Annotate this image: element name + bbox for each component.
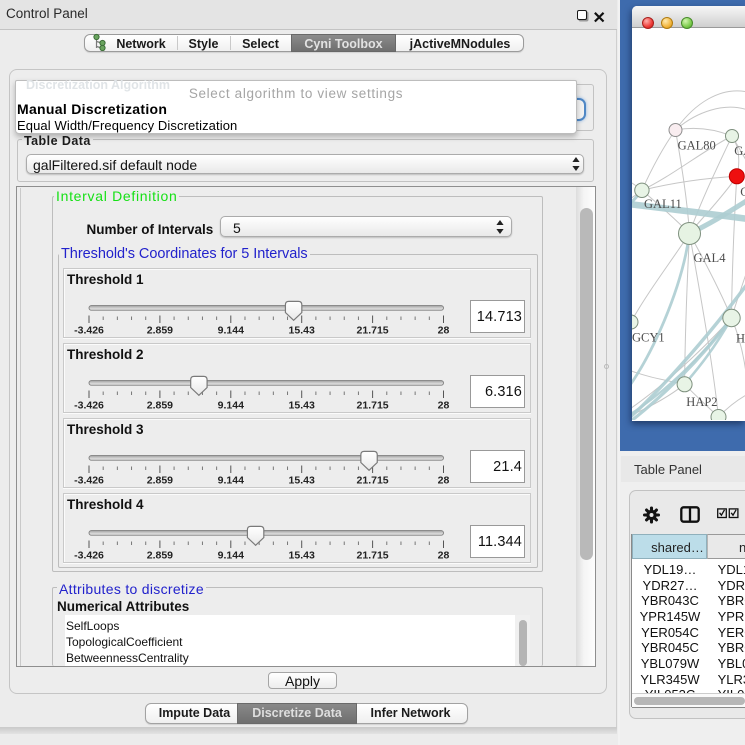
svg-text:GCY1: GCY1 [632,331,665,345]
svg-text:9.144: 9.144 [218,549,244,561]
svg-text:HAP2: HAP2 [686,395,717,409]
svg-text:21.715: 21.715 [357,549,389,561]
svg-text:15.43: 15.43 [289,549,315,561]
svg-text:-3.426: -3.426 [74,324,104,336]
svg-text:28: 28 [438,324,450,336]
svg-text:GAL4: GAL4 [693,251,726,265]
svg-text:GAL11: GAL11 [644,197,682,211]
svg-text:28: 28 [438,474,450,486]
svg-text:GAL80: GAL80 [677,139,715,153]
svg-text:9.144: 9.144 [218,474,244,486]
svg-text:21.715: 21.715 [357,399,389,411]
svg-text:GA: GA [734,144,745,158]
svg-text:-3.426: -3.426 [74,399,104,411]
svg-text:2.859: 2.859 [147,324,173,336]
svg-text:21.715: 21.715 [357,474,389,486]
svg-text:2.859: 2.859 [147,549,173,561]
svg-text:15.43: 15.43 [289,474,315,486]
svg-text:-3.426: -3.426 [74,474,104,486]
svg-text:15.43: 15.43 [289,399,315,411]
svg-text:2.859: 2.859 [147,474,173,486]
svg-text:15.43: 15.43 [289,324,315,336]
svg-text:28: 28 [438,399,450,411]
svg-text:H: H [736,332,745,346]
svg-text:-3.426: -3.426 [74,549,104,561]
svg-text:2.859: 2.859 [147,399,173,411]
svg-text:C: C [740,185,745,199]
svg-text:28: 28 [438,549,450,561]
svg-text:9.144: 9.144 [218,399,244,411]
svg-text:21.715: 21.715 [357,324,389,336]
svg-text:9.144: 9.144 [218,324,244,336]
